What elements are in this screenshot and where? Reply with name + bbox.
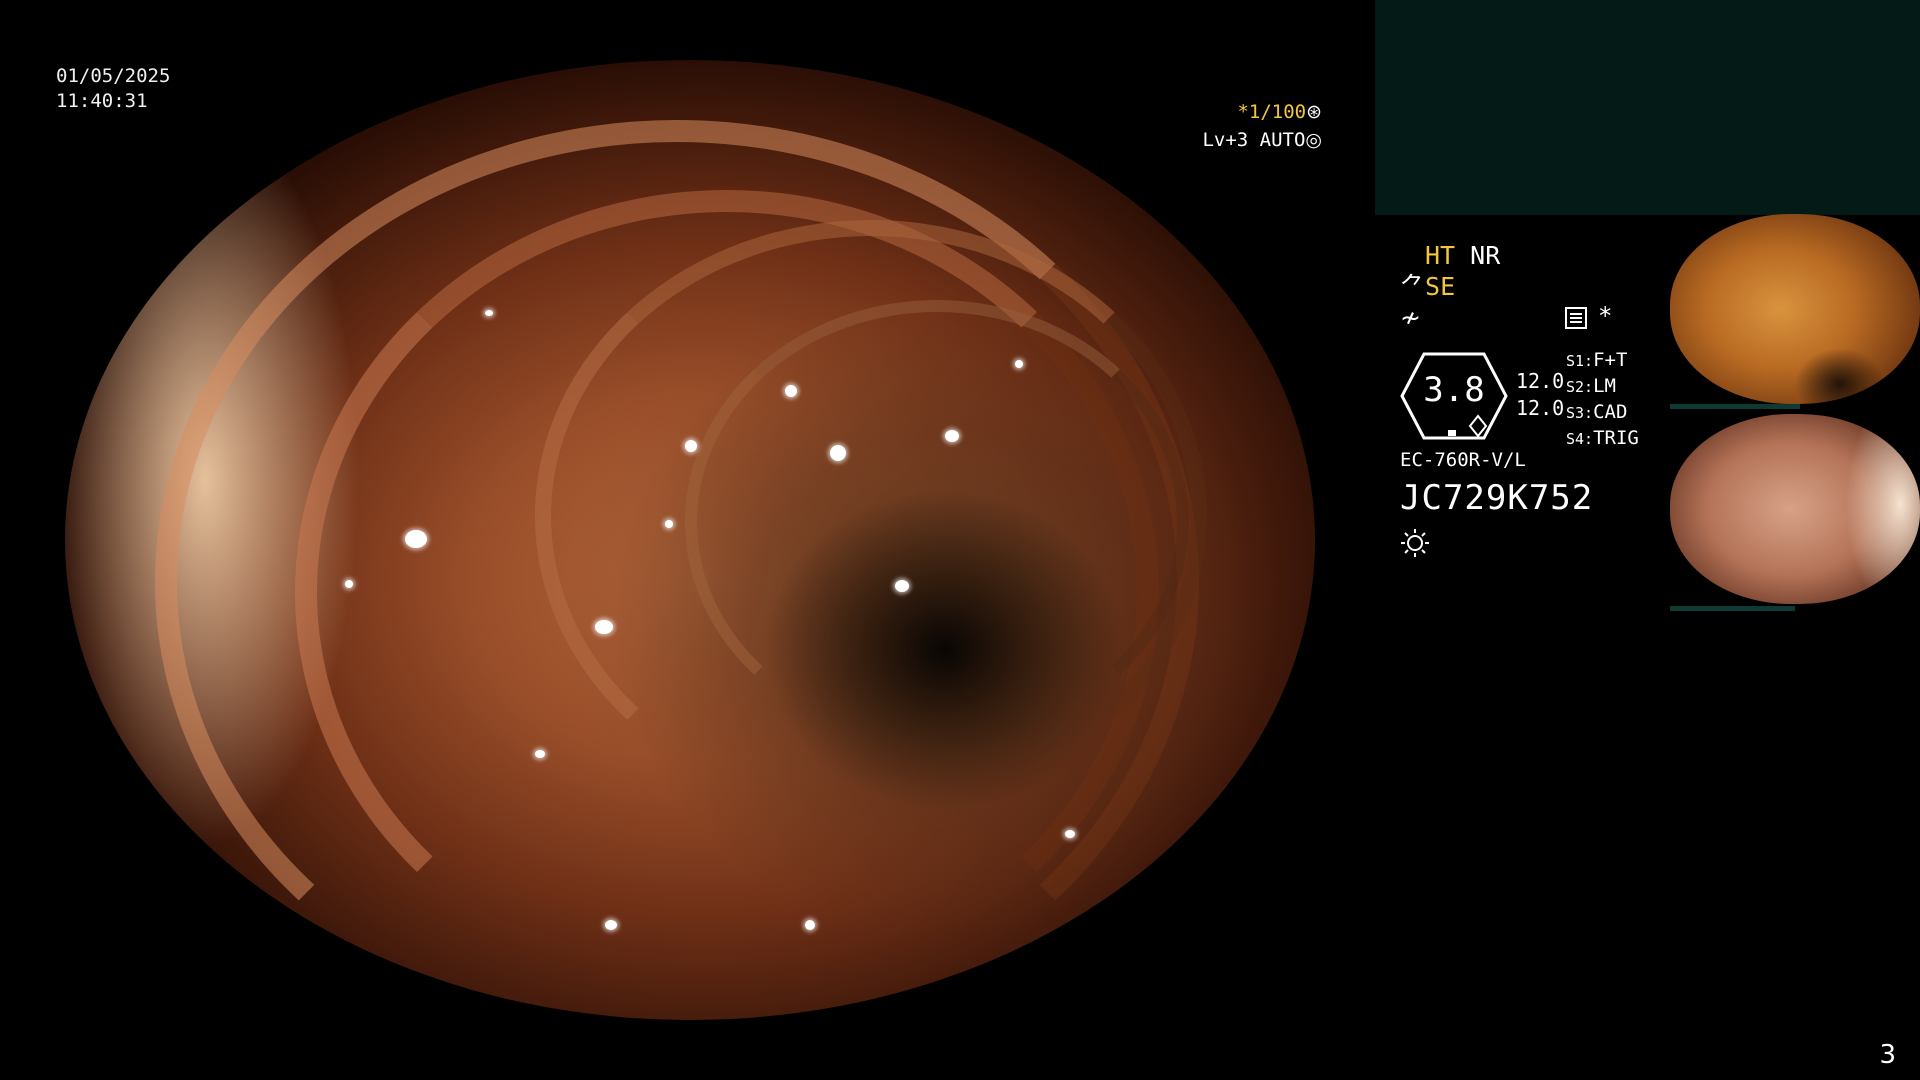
specular-highlight	[685, 440, 697, 452]
switch-assignments: S1:F+T S2:LM S3:CAD S4:TRIG	[1566, 348, 1639, 452]
gain-value-2: 12.0	[1516, 396, 1565, 420]
specular-highlight	[485, 310, 493, 316]
mode-indicators: HT NR ⺈SE ≁	[1400, 240, 1500, 333]
gain-readout: 12.0 12.0	[1516, 368, 1564, 422]
specular-highlight	[805, 920, 815, 930]
zoom-value: 3.8	[1423, 370, 1485, 410]
freeze-icon: ≁	[1400, 303, 1421, 332]
mucosal-fold	[685, 300, 1189, 744]
specular-highlight	[945, 430, 959, 442]
specular-highlight	[535, 750, 545, 758]
specular-highlight	[605, 920, 617, 930]
page-number: 3	[1879, 1040, 1896, 1070]
light-source-icon	[1401, 529, 1429, 557]
specular-highlight	[1065, 830, 1075, 838]
switch-slot: S2:LM	[1566, 375, 1616, 397]
star-marker: *	[1598, 302, 1613, 330]
endoscopy-main-view	[65, 60, 1315, 1020]
gain-value-1: 12.0	[1516, 369, 1565, 393]
specular-highlight	[830, 445, 846, 461]
shutter-speed: *1/100	[1237, 101, 1307, 123]
mode-nr: NR	[1470, 241, 1501, 270]
specular-highlight	[1015, 360, 1023, 368]
specular-highlight	[345, 580, 353, 588]
specular-highlight	[405, 530, 427, 548]
memo-icon	[1565, 307, 1587, 329]
mode-ht: HT	[1425, 241, 1456, 270]
scope-tilde-icon: ⺈	[1400, 272, 1426, 301]
exposure-readout: *1/100⊛ Lv+3 AUTO◎	[1202, 98, 1322, 154]
thumbnail-caption-bar	[1670, 404, 1800, 409]
specular-highlight	[665, 520, 673, 528]
scope-model: EC-760R-V/L	[1400, 449, 1526, 471]
iris-level: Lv+3 AUTO	[1202, 129, 1306, 151]
time-readout: 11:40:31	[56, 90, 148, 112]
captured-thumbnail[interactable]	[1670, 414, 1920, 604]
switch-slot: S3:CAD	[1566, 401, 1628, 423]
mode-se: SE	[1425, 272, 1456, 301]
switch-slot: S4:TRIG	[1566, 427, 1639, 449]
scope-serial: JC729K752	[1400, 478, 1594, 518]
specular-highlight	[785, 385, 797, 397]
iris-mode-icon: ◎	[1305, 129, 1322, 151]
timestamp: 01/05/2025 11:40:31	[56, 64, 170, 114]
specular-highlight	[595, 620, 613, 634]
info-panel-top	[1375, 0, 1920, 215]
thumbnail-caption-bar	[1670, 606, 1795, 611]
date-readout: 01/05/2025	[56, 65, 171, 87]
specular-highlight	[895, 580, 909, 592]
switch-slot: S1:F+T	[1566, 349, 1628, 371]
captured-thumbnail[interactable]	[1670, 214, 1920, 404]
shutter-mode-icon: ⊛	[1306, 101, 1322, 123]
